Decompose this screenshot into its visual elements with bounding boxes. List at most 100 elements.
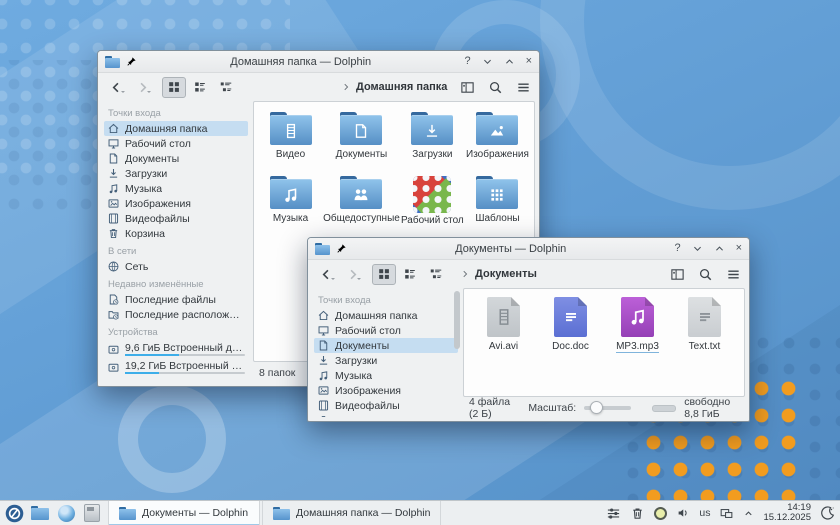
sidebar-item[interactable]: Документы	[104, 151, 248, 166]
titlebar[interactable]: Документы — Dolphin ? ×	[308, 238, 749, 260]
file-item[interactable]: Avi.avi	[470, 297, 537, 353]
sidebar-item[interactable]: Музыка	[104, 181, 248, 196]
folder-item[interactable]: Рабочий стол	[400, 176, 465, 226]
zoom-label: Масштаб:	[528, 402, 576, 414]
hamburger-menu-icon[interactable]	[516, 80, 531, 95]
close-button[interactable]: ×	[736, 243, 742, 254]
wallpaper-ring	[540, 0, 840, 210]
expand-tray-icon[interactable]	[743, 508, 754, 519]
sidebar-item[interactable]: Видеофайлы	[314, 398, 458, 413]
file-item[interactable]: MP3.mp3	[604, 297, 671, 353]
keyboard-layout-indicator[interactable]: us	[699, 507, 710, 519]
folder-item[interactable]: Шаблоны	[465, 176, 530, 226]
sidebar-item[interactable]: 9,6 ГиБ Встроенный диск (nvme0n…	[104, 340, 248, 358]
search-icon[interactable]	[488, 80, 503, 95]
folder-item[interactable]: Общедоступные	[323, 176, 400, 226]
pin-icon[interactable]	[126, 56, 137, 67]
folder-label: Шаблоны	[475, 213, 519, 224]
details-view-button[interactable]	[424, 264, 448, 285]
sidebar-item-label: Корзина	[335, 415, 375, 418]
sidebar-item[interactable]: Домашняя папка	[104, 121, 248, 136]
sidebar-item[interactable]: Загрузки	[104, 166, 248, 181]
task-label: Домашняя папка — Dolphin	[296, 507, 430, 519]
sidebar-scrollbar[interactable]	[454, 291, 460, 414]
sidebar-item[interactable]: Домашняя папка	[314, 308, 458, 323]
compact-view-button[interactable]	[188, 77, 212, 98]
places-panel: Точки входаДомашняя папкаРабочий столДок…	[312, 288, 460, 417]
device-label: 9,6 ГиБ Встроенный диск (nvme0n…	[125, 342, 245, 354]
search-icon[interactable]	[698, 267, 713, 282]
settings-launcher-icon[interactable]	[82, 503, 102, 523]
sidebar-item-label: Домашняя папка	[335, 310, 418, 322]
split-panel-icon[interactable]	[460, 80, 475, 95]
night-mode-icon[interactable]	[820, 505, 836, 521]
doc-file-icon	[554, 297, 587, 337]
dolphin-launcher-icon[interactable]	[30, 503, 50, 523]
help-button[interactable]: ?	[674, 243, 680, 254]
forward-button[interactable]	[342, 264, 362, 284]
taskbar-task-button[interactable]: Документы — Dolphin	[108, 501, 260, 525]
sidebar-item[interactable]: Загрузки	[314, 353, 458, 368]
titlebar[interactable]: Домашняя папка — Dolphin ? ×	[98, 51, 539, 73]
minimize-button[interactable]	[692, 243, 703, 254]
sidebar-item[interactable]: Изображения	[104, 196, 248, 211]
mixer-tray-icon[interactable]	[606, 506, 621, 521]
sidebar-item[interactable]: Корзина	[314, 413, 458, 417]
browser-launcher-icon[interactable]	[56, 503, 76, 523]
icons-view-button[interactable]	[372, 264, 396, 285]
desktop-folder-icon	[413, 176, 451, 213]
help-button[interactable]: ?	[464, 56, 470, 67]
status-circle-tray-icon[interactable]	[654, 507, 667, 520]
clock-date: 15.12.2025	[763, 513, 811, 523]
icons-view-button[interactable]	[162, 77, 186, 98]
details-view-button[interactable]	[214, 77, 238, 98]
back-button[interactable]	[106, 77, 126, 97]
volume-tray-icon[interactable]	[676, 506, 690, 520]
minimize-button[interactable]	[482, 56, 493, 67]
sidebar-item[interactable]: Музыка	[314, 368, 458, 383]
clipboard-tray-icon[interactable]	[719, 506, 734, 521]
folder-icon	[273, 507, 290, 520]
zoom-slider[interactable]	[584, 406, 631, 410]
sidebar-item[interactable]: Корзина	[104, 226, 248, 241]
breadcrumb[interactable]: Документы	[460, 260, 537, 288]
maximize-button[interactable]	[714, 243, 725, 254]
file-item[interactable]: Doc.doc	[537, 297, 604, 353]
forward-button[interactable]	[132, 77, 152, 97]
taskbar-task-button[interactable]: Домашняя папка — Dolphin	[262, 501, 441, 525]
sidebar-item[interactable]: Рабочий стол	[104, 136, 248, 151]
folder-item[interactable]: Загрузки	[400, 112, 465, 160]
folder-item[interactable]: Документы	[323, 112, 400, 160]
folder-item[interactable]: Видео	[258, 112, 323, 160]
close-button[interactable]: ×	[526, 56, 532, 67]
trash-tray-icon[interactable]	[630, 506, 645, 521]
app-launcher-button[interactable]	[4, 503, 24, 523]
image-icon	[317, 384, 330, 397]
file-item[interactable]: Text.txt	[671, 297, 738, 353]
pin-icon[interactable]	[336, 243, 347, 254]
sidebar-item[interactable]: Последние расположения	[104, 307, 248, 322]
breadcrumb[interactable]: Домашняя папка	[341, 73, 447, 101]
folder-item[interactable]: Музыка	[258, 176, 323, 226]
home-icon	[107, 122, 120, 135]
compact-view-button[interactable]	[398, 264, 422, 285]
sidebar-item[interactable]: Изображения	[314, 383, 458, 398]
device-label: 19,2 ГиБ Встроенный диск (nvme0…	[125, 360, 245, 372]
back-button[interactable]	[316, 264, 336, 284]
folder-item[interactable]: Изображения	[465, 112, 530, 160]
folder-label: Музыка	[273, 213, 308, 224]
chevron-right-icon	[341, 82, 351, 92]
sidebar-item[interactable]: Видеофайлы	[104, 211, 248, 226]
clock[interactable]: 14:19 15.12.2025	[763, 503, 811, 523]
sidebar-item[interactable]: Последние файлы	[104, 292, 248, 307]
sidebar-item[interactable]: Рабочий стол	[314, 323, 458, 338]
maximize-button[interactable]	[504, 56, 515, 67]
avi-file-icon	[487, 297, 520, 337]
split-panel-icon[interactable]	[670, 267, 685, 282]
file-view[interactable]: Avi.aviDoc.docMP3.mp3Text.txt	[463, 288, 745, 397]
sidebar-item-label: Документы	[125, 153, 179, 165]
hamburger-menu-icon[interactable]	[726, 267, 741, 282]
sidebar-item[interactable]: Документы	[314, 338, 458, 353]
sidebar-item[interactable]: Сеть	[104, 259, 248, 274]
sidebar-item[interactable]: 19,2 ГиБ Встроенный диск (nvme0…	[104, 358, 248, 376]
